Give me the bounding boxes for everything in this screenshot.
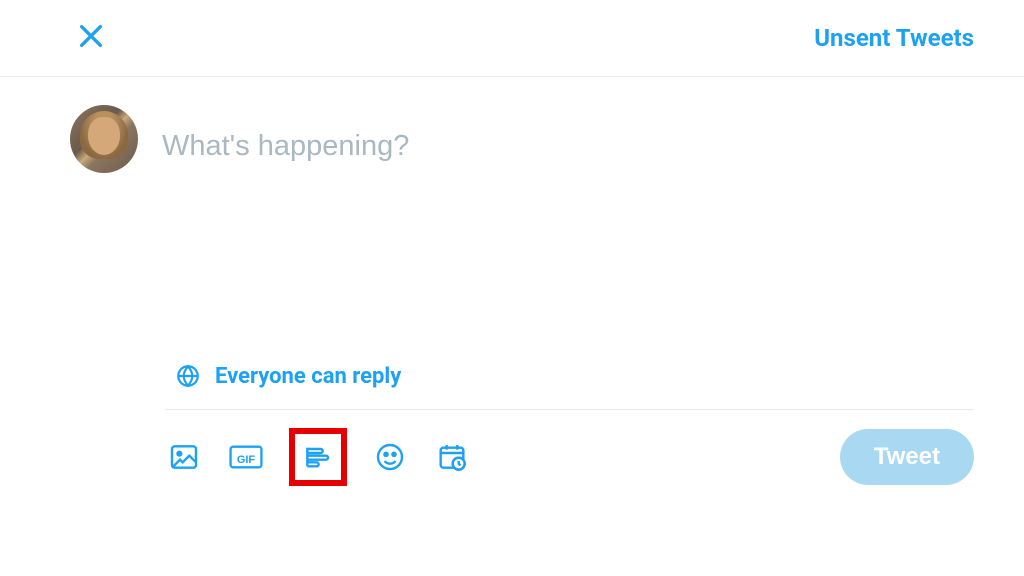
close-icon — [75, 20, 107, 52]
globe-icon — [175, 363, 201, 389]
schedule-icon — [436, 441, 468, 473]
compose-area — [0, 77, 1024, 173]
reply-settings-button[interactable]: Everyone can reply — [0, 363, 1024, 389]
emoji-icon — [374, 441, 406, 473]
poll-button[interactable] — [301, 440, 335, 474]
unsent-tweets-link[interactable]: Unsent Tweets — [814, 24, 974, 52]
gif-icon: GIF — [228, 441, 264, 473]
svg-text:GIF: GIF — [237, 454, 256, 466]
tweet-text-input[interactable] — [162, 105, 974, 173]
tweet-button[interactable]: Tweet — [840, 429, 974, 485]
media-button[interactable] — [165, 438, 203, 476]
schedule-button[interactable] — [433, 438, 471, 476]
composer-header: Unsent Tweets — [0, 0, 1024, 77]
avatar[interactable] — [70, 105, 138, 173]
gif-button[interactable]: GIF — [227, 438, 265, 476]
emoji-button[interactable] — [371, 438, 409, 476]
close-button[interactable] — [75, 20, 107, 56]
composer-toolbar: GIF — [0, 410, 1024, 486]
poll-icon — [302, 441, 334, 473]
poll-highlight-annotation — [289, 428, 347, 486]
media-icon — [168, 441, 200, 473]
reply-settings-label: Everyone can reply — [215, 364, 401, 389]
toolbar-icons: GIF — [165, 428, 471, 486]
